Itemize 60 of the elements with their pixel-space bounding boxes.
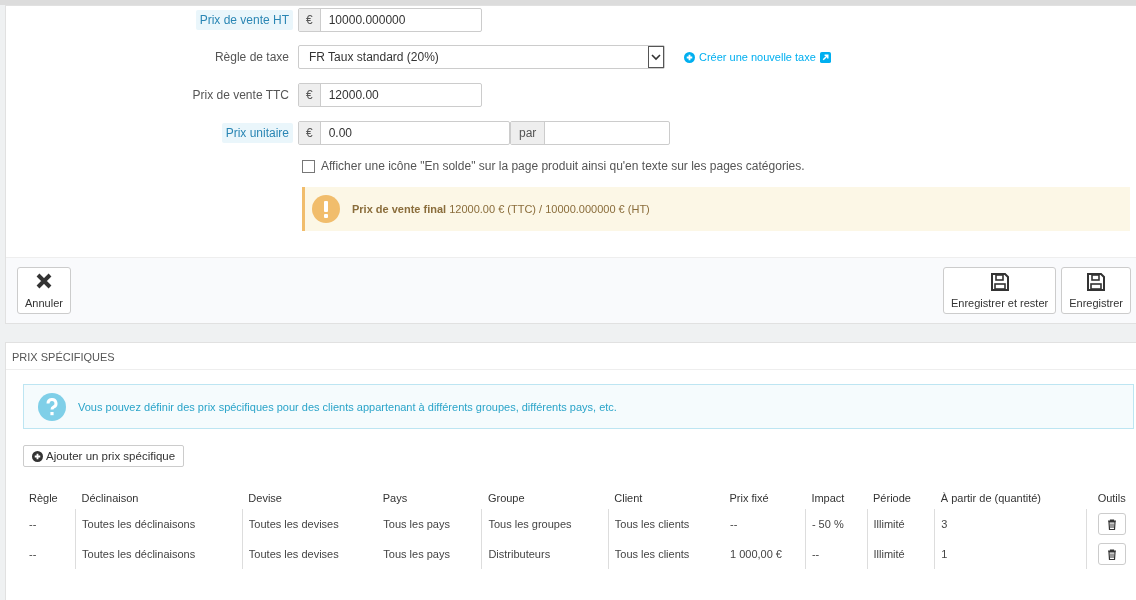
- column-header: Pays: [376, 487, 482, 509]
- table-cell: 1 000,00 €: [730, 548, 782, 560]
- table-cell: Toutes les déclinaisons: [82, 518, 196, 530]
- close-icon: [34, 272, 53, 290]
- field-label: Prix de vente TTC: [191, 87, 290, 104]
- table-cell: Tous les groupes: [488, 518, 572, 530]
- plus-circle-icon: [684, 51, 695, 63]
- price-input-field[interactable]: € 12000.00: [298, 83, 482, 107]
- column-header: Devise: [242, 487, 377, 509]
- table-cell: Distributeurs: [488, 548, 551, 560]
- table-cell: 3: [941, 518, 948, 530]
- table-cell: Illimité: [873, 518, 905, 530]
- table-cell: Tous les pays: [383, 548, 450, 560]
- delete-button[interactable]: [1097, 543, 1126, 565]
- field-label: Prix unitaire: [221, 123, 293, 143]
- caret-icon: [648, 46, 664, 68]
- column-header: Client: [608, 487, 724, 509]
- cancel-button[interactable]: Annuler: [17, 267, 71, 314]
- column-header: Règle: [23, 487, 76, 509]
- table-cell: Illimité: [873, 548, 905, 560]
- add-specific-price-button[interactable]: Ajouter un prix spécifique: [23, 445, 185, 467]
- trash-icon: [1106, 518, 1117, 530]
- column-header: Déclinaison: [75, 487, 243, 509]
- price-input-field[interactable]: € 10000.000000: [298, 8, 482, 32]
- table-cell: - 50 %: [811, 518, 844, 530]
- table-cell: Toutes les déclinaisons: [82, 548, 196, 560]
- save-button[interactable]: Enregistrer et rester: [943, 267, 1057, 314]
- unit-input-field[interactable]: par: [510, 121, 670, 145]
- external-link-icon: [819, 51, 831, 63]
- table-cell: --: [29, 518, 37, 530]
- checkbox[interactable]: [302, 159, 315, 173]
- table-cell: --: [730, 518, 738, 530]
- final-price-text: Prix de vente final 12000.00 € (TTC) / 10000.000000 € (HT): [352, 203, 650, 215]
- table-cell: --: [811, 548, 820, 560]
- save-button[interactable]: Enregistrer: [1061, 267, 1131, 314]
- info-text: Vous pouvez définir des prix spécifiques pour des clients appartenant à différents groupes, différents pays, etc.: [78, 400, 617, 413]
- table-cell: --: [29, 548, 37, 560]
- column-header: Prix fixé: [723, 487, 806, 509]
- help-icon: [38, 392, 66, 421]
- column-header: Impact: [805, 487, 868, 509]
- warning-icon: [312, 195, 340, 223]
- unit-price-input-field[interactable]: € 0.00: [298, 121, 510, 145]
- delete-button[interactable]: [1097, 513, 1126, 535]
- field-label: Prix de vente HT: [195, 10, 293, 30]
- table-cell: Toutes les devises: [248, 518, 339, 530]
- plus-circle-icon: [32, 450, 43, 462]
- section-title: PRIX SPÉCIFIQUES: [6, 343, 1136, 370]
- column-header: Groupe: [481, 487, 609, 509]
- table-cell: 1: [941, 548, 948, 560]
- table-cell: Tous les clients: [614, 548, 690, 560]
- column-header: Période: [867, 487, 935, 509]
- checkbox-label: Afficher une icône "En solde" sur la page produit ainsi qu'en texte sur les pages catégories.: [321, 159, 805, 173]
- table-cell: Tous les clients: [614, 518, 690, 530]
- trash-icon: [1106, 548, 1117, 560]
- column-header: Outils: [1086, 487, 1136, 509]
- field-label: Règle de taxe: [213, 49, 290, 66]
- tax-rule-dropdown[interactable]: FR Taux standard (20%): [298, 45, 665, 69]
- table-cell: Tous les pays: [383, 518, 450, 530]
- column-header: À partir de (quantité): [934, 487, 1087, 509]
- table-cell: Toutes les devises: [248, 548, 339, 560]
